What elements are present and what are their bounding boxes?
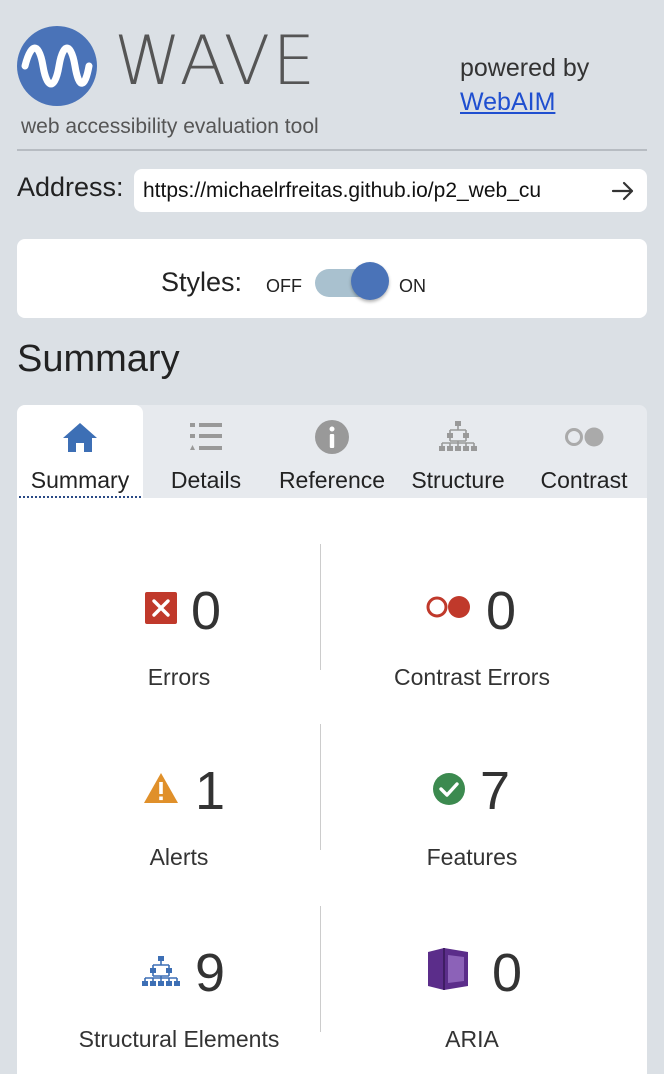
tab-contrast[interactable]: Contrast <box>521 405 647 498</box>
feature-check-icon <box>433 773 465 805</box>
tab-reference[interactable]: Reference <box>269 405 395 498</box>
tab-label: Details <box>170 467 242 493</box>
errors-count: 0 <box>191 581 222 641</box>
info-icon <box>315 420 349 454</box>
wave-logo-text: WAVE <box>114 22 318 101</box>
styles-panel: Styles: OFF ON <box>17 239 647 318</box>
arrow-right-icon[interactable] <box>609 177 637 205</box>
toggle-off-label: OFF <box>266 276 302 296</box>
contrast-error-icon <box>426 596 470 618</box>
aria-label: ARIA <box>445 1026 499 1052</box>
page-title: Summary <box>17 338 180 380</box>
features-count: 7 <box>480 761 511 821</box>
structural-elements-label: Structural Elements <box>78 1026 280 1052</box>
toggle-on-label: ON <box>399 276 426 296</box>
structural-elements-count: 9 <box>195 943 226 1003</box>
alerts-count: 1 <box>195 761 226 821</box>
alerts-stat[interactable]: 1 Alerts <box>29 764 329 894</box>
contrast-errors-stat[interactable]: 0 Contrast Errors <box>322 584 622 714</box>
wave-logo-icon <box>17 26 97 106</box>
aria-icon <box>428 948 468 990</box>
home-icon <box>63 423 97 452</box>
powered-by-text: powered by <box>460 54 590 82</box>
address-input[interactable] <box>134 169 604 212</box>
tab-label: Structure <box>411 467 505 493</box>
tab-summary[interactable]: Summary <box>17 405 143 498</box>
tab-label: Summary <box>30 467 130 493</box>
tab-details[interactable]: Details <box>143 405 269 498</box>
errors-stat[interactable]: 0 Errors <box>29 584 329 714</box>
wave-sidebar: WAVE web accessibility evaluation tool p… <box>0 0 664 1074</box>
list-icon <box>190 423 222 450</box>
contrast-icon <box>565 427 604 447</box>
webaim-link[interactable]: WebAIM <box>460 88 555 117</box>
structural-elements-stat[interactable]: 9 Structural Elements <box>29 946 329 1074</box>
tab-label: Contrast <box>540 467 628 493</box>
errors-label: Errors <box>147 664 211 690</box>
contrast-errors-count: 0 <box>486 581 517 641</box>
styles-toggle[interactable] <box>315 262 389 300</box>
toggle-knob <box>351 262 389 300</box>
summary-panel: 0 Errors 0 Contrast Errors 1 Alerts 7 Fe… <box>17 498 647 1074</box>
structure-icon <box>142 956 180 986</box>
tab-label: Reference <box>278 467 386 493</box>
hierarchy-icon <box>439 421 477 451</box>
tab-bar: Summary Details Reference Structure Cont… <box>17 405 647 498</box>
contrast-errors-label: Contrast Errors <box>394 664 550 690</box>
address-label: Address: <box>17 172 124 202</box>
features-stat[interactable]: 7 Features <box>322 764 622 894</box>
alerts-label: Alerts <box>149 844 209 870</box>
features-label: Features <box>426 844 518 870</box>
error-icon <box>145 592 177 624</box>
alert-icon <box>144 773 178 803</box>
aria-count: 0 <box>492 943 523 1003</box>
aria-stat[interactable]: 0 ARIA <box>322 946 622 1074</box>
logo-tagline: web accessibility evaluation tool <box>21 115 319 138</box>
styles-label: Styles: <box>161 267 243 297</box>
tab-structure[interactable]: Structure <box>395 405 521 498</box>
address-field-container <box>134 169 647 212</box>
header-divider <box>17 149 647 151</box>
